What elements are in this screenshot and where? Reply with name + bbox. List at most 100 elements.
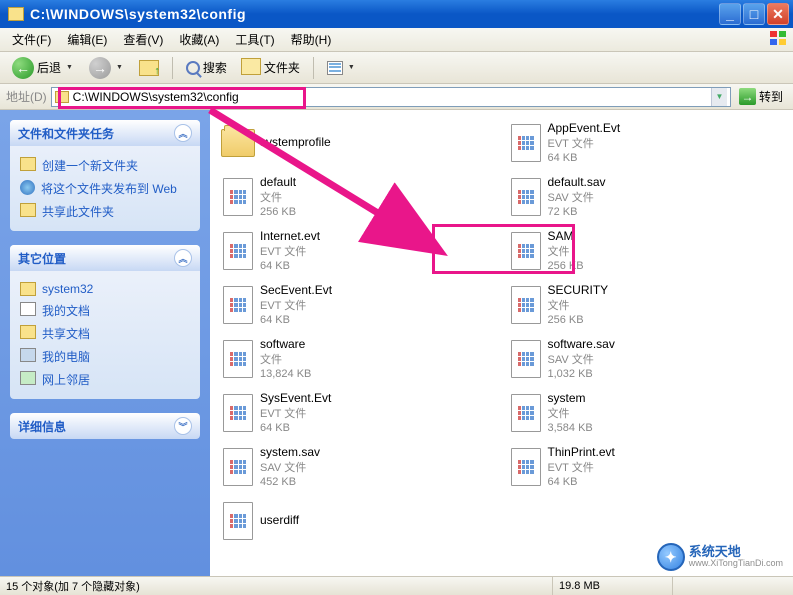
file-item[interactable]: SecEvent.EvtEVT 文件64 KB (214, 280, 502, 330)
file-icon (511, 124, 541, 162)
menu-tools[interactable]: 工具(T) (229, 29, 280, 50)
file-item[interactable]: system.savSAV 文件452 KB (214, 442, 502, 492)
place-mydocs[interactable]: 我的文档 (20, 299, 190, 322)
task-publish-web[interactable]: 将这个文件夹发布到 Web (20, 177, 190, 200)
file-item[interactable]: default文件256 KB (214, 172, 502, 222)
file-item[interactable]: systemprofile (214, 118, 502, 168)
tasks-header[interactable]: 文件和文件夹任务 ︽ (10, 120, 200, 146)
documents-icon (20, 302, 36, 316)
go-arrow-icon: → (739, 88, 756, 105)
shared-folder-icon (20, 325, 36, 339)
chevron-down-icon: ︾ (174, 417, 192, 435)
file-icon (511, 448, 541, 486)
search-button[interactable]: 搜索 (180, 56, 233, 79)
file-size: 256 KB (548, 313, 609, 327)
file-name: SAM (548, 229, 584, 245)
file-name: Internet.evt (260, 229, 320, 245)
file-item[interactable]: Internet.evtEVT 文件64 KB (214, 226, 502, 276)
forward-arrow-icon: → (89, 57, 111, 79)
file-size: 13,824 KB (260, 367, 311, 381)
folders-label: 文件夹 (264, 59, 300, 76)
file-list[interactable]: systemprofileAppEvent.EvtEVT 文件64 KBdefa… (210, 110, 793, 576)
network-icon (20, 371, 36, 385)
menu-edit[interactable]: 编辑(E) (61, 29, 113, 50)
menu-view[interactable]: 查看(V) (117, 29, 169, 50)
menu-file[interactable]: 文件(F) (6, 29, 57, 50)
place-shareddocs[interactable]: 共享文档 (20, 322, 190, 345)
minimize-button[interactable]: _ (719, 3, 741, 25)
file-type: EVT 文件 (548, 461, 615, 475)
details-panel: 详细信息 ︾ (10, 413, 200, 439)
file-type: EVT 文件 (260, 299, 332, 313)
close-button[interactable]: ✕ (767, 3, 789, 25)
addressbar: 地址(D) C:\WINDOWS\system32\config ▼ → 转到 (0, 84, 793, 110)
back-button[interactable]: ← 后退 ▼ (6, 54, 79, 82)
place-system32[interactable]: system32 (20, 279, 190, 299)
menu-help[interactable]: 帮助(H) (285, 29, 338, 50)
chevron-up-icon: ︽ (174, 124, 192, 142)
menu-favorites[interactable]: 收藏(A) (173, 29, 225, 50)
file-item[interactable]: software.savSAV 文件1,032 KB (502, 334, 790, 384)
go-button[interactable]: → 转到 (735, 87, 787, 106)
file-item[interactable]: SysEvent.EvtEVT 文件64 KB (214, 388, 502, 438)
details-header[interactable]: 详细信息 ︾ (10, 413, 200, 439)
views-icon (327, 61, 343, 75)
new-folder-icon (20, 157, 36, 171)
file-item[interactable]: ThinPrint.evtEVT 文件64 KB (502, 442, 790, 492)
folder-icon (221, 129, 255, 157)
file-size: 64 KB (548, 151, 621, 165)
file-type: 文件 (548, 245, 584, 259)
place-network[interactable]: 网上邻居 (20, 368, 190, 391)
file-size: 256 KB (548, 259, 584, 273)
places-header[interactable]: 其它位置 ︽ (10, 245, 200, 271)
file-item[interactable]: system文件3,584 KB (502, 388, 790, 438)
up-button[interactable] (133, 57, 165, 79)
file-name: systemprofile (260, 135, 331, 151)
file-item[interactable]: default.savSAV 文件72 KB (502, 172, 790, 222)
file-type: SAV 文件 (548, 191, 606, 205)
file-icon (223, 502, 253, 540)
file-item[interactable]: userdiff (214, 496, 502, 546)
maximize-button[interactable]: □ (743, 3, 765, 25)
computer-icon (20, 348, 36, 362)
file-item[interactable]: AppEvent.EvtEVT 文件64 KB (502, 118, 790, 168)
window-controls: _ □ ✕ (719, 3, 789, 25)
file-type: EVT 文件 (260, 407, 331, 421)
address-dropdown-button[interactable]: ▼ (711, 88, 727, 106)
forward-button[interactable]: → ▼ (83, 54, 129, 82)
file-name: system.sav (260, 445, 320, 461)
separator (172, 57, 173, 79)
watermark-logo-icon: ✦ (657, 543, 685, 571)
task-label: 将这个文件夹发布到 Web (41, 180, 177, 197)
file-type: 文件 (260, 353, 311, 367)
file-icon (511, 340, 541, 378)
place-mycomputer[interactable]: 我的电脑 (20, 345, 190, 368)
file-name: SysEvent.Evt (260, 391, 331, 407)
file-item[interactable]: SECURITY文件256 KB (502, 280, 790, 330)
task-share-folder[interactable]: 共享此文件夹 (20, 200, 190, 223)
views-button[interactable]: ▼ (321, 58, 361, 78)
task-new-folder[interactable]: 创建一个新文件夹 (20, 154, 190, 177)
file-item[interactable]: SAM文件256 KB (502, 226, 790, 276)
file-item[interactable]: software文件13,824 KB (214, 334, 502, 384)
folders-button[interactable]: 文件夹 (237, 56, 306, 79)
file-name: SECURITY (548, 283, 609, 299)
places-header-label: 其它位置 (18, 250, 66, 267)
watermark-url: www.XiTongTianDi.com (689, 559, 783, 569)
file-name: userdiff (260, 513, 299, 529)
file-icon (511, 286, 541, 324)
separator (313, 57, 314, 79)
folder-icon (20, 282, 36, 296)
file-icon (511, 232, 541, 270)
file-size: 3,584 KB (548, 421, 593, 435)
file-size: 1,032 KB (548, 367, 615, 381)
address-field[interactable]: C:\WINDOWS\system32\config ▼ (51, 87, 731, 107)
file-type: 文件 (260, 191, 296, 205)
place-label: 共享文档 (42, 325, 90, 342)
search-icon (186, 61, 200, 75)
chevron-up-icon: ︽ (174, 249, 192, 267)
file-name: default (260, 175, 296, 191)
toolbar: ← 后退 ▼ → ▼ 搜索 文件夹 ▼ (0, 52, 793, 84)
share-folder-icon (20, 203, 36, 217)
chevron-down-icon: ▼ (348, 64, 355, 71)
